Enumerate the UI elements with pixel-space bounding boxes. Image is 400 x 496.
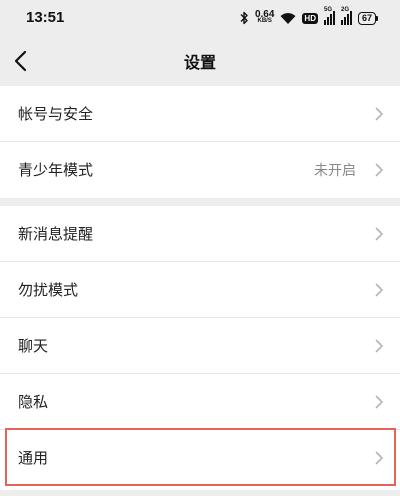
settings-item-general[interactable]: 通用 xyxy=(0,430,400,486)
network-speed-value: 0.64 xyxy=(254,9,275,20)
wifi-icon xyxy=(280,12,296,24)
status-icons: 0.64 KB/S HD 5G 2G 67 xyxy=(239,7,378,27)
nav-bar: 设置 xyxy=(0,36,400,86)
chevron-right-icon xyxy=(375,283,384,297)
chevron-right-icon xyxy=(375,395,384,409)
settings-item-teen-mode[interactable]: 青少年模式 未开启 xyxy=(0,142,400,198)
battery-level: 67 xyxy=(357,11,376,25)
settings-item-privacy[interactable]: 隐私 xyxy=(0,374,400,430)
chevron-right-icon xyxy=(375,107,384,121)
settings-item-label: 青少年模式 xyxy=(18,161,94,179)
settings-group-general: 新消息提醒 勿扰模式 聊天 隐私 通用 xyxy=(0,206,400,490)
settings-group-account: 帐号与安全 青少年模式 未开启 xyxy=(0,86,400,198)
settings-item-label: 通用 xyxy=(18,449,49,467)
battery-icon: 67 xyxy=(357,11,378,25)
settings-item-chat[interactable]: 聊天 xyxy=(0,318,400,374)
settings-item-label: 新消息提醒 xyxy=(18,225,94,243)
network-speed: 0.64 KB/S xyxy=(254,9,275,25)
settings-item-label: 隐私 xyxy=(18,393,49,411)
bottom-strip xyxy=(0,490,400,496)
chevron-right-icon xyxy=(375,451,384,465)
page-title: 设置 xyxy=(183,53,216,72)
settings-item-account-security[interactable]: 帐号与安全 xyxy=(0,86,400,142)
chevron-right-icon xyxy=(375,227,384,241)
status-bar: 13:51 0.64 KB/S HD 5G 2G 67 xyxy=(0,0,400,36)
settings-item-label: 勿扰模式 xyxy=(18,281,79,299)
hd-badge: HD xyxy=(302,12,318,24)
settings-item-value: 未开启 xyxy=(314,163,356,179)
signal-2g-icon: 2G xyxy=(340,7,352,25)
network-speed-unit: KB/S xyxy=(257,18,272,24)
signal-5g-tag: 5G xyxy=(323,7,332,13)
settings-item-label: 聊天 xyxy=(18,337,49,355)
settings-item-new-message-alert[interactable]: 新消息提醒 xyxy=(0,206,400,262)
settings-item-do-not-disturb[interactable]: 勿扰模式 xyxy=(0,262,400,318)
bluetooth-icon xyxy=(240,11,248,25)
chevron-right-icon xyxy=(375,163,384,177)
signal-5g-icon: 5G xyxy=(323,7,335,25)
status-time: 13:51 xyxy=(26,9,65,26)
settings-item-label: 帐号与安全 xyxy=(18,105,94,123)
signal-2g-tag: 2G xyxy=(340,7,349,13)
chevron-right-icon xyxy=(375,339,384,353)
